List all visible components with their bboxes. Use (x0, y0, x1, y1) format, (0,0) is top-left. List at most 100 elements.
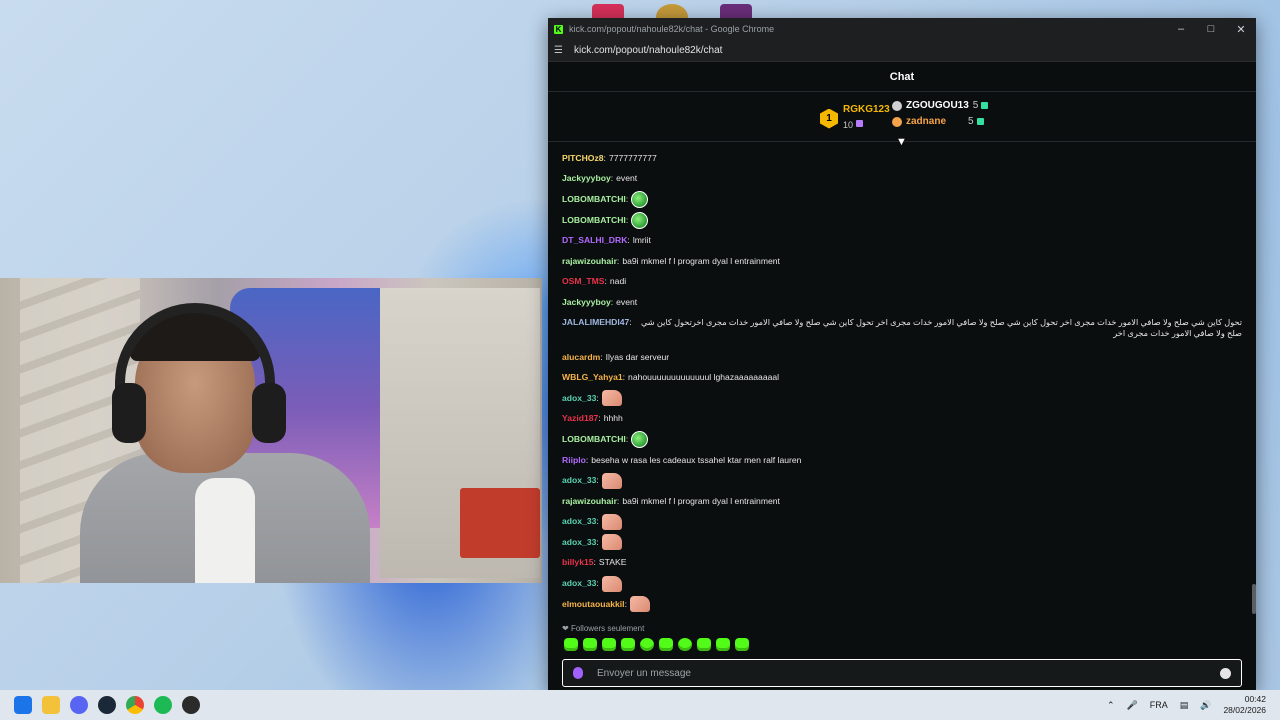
chat-message-input[interactable] (597, 667, 1220, 679)
chat-username[interactable]: adox_33 (562, 475, 596, 486)
emoji-picker-icon[interactable] (1220, 667, 1231, 679)
emote-8-icon[interactable] (697, 638, 711, 651)
chat-message: LOBOMBATCHI: (562, 189, 1242, 210)
gold-medal-icon: 1 (820, 108, 838, 129)
emote-4-icon[interactable] (621, 638, 635, 651)
chat-message-text: ba9i mkmel f l program dyal l entrainmen… (622, 495, 780, 506)
chat-message-text: STAKE (598, 557, 627, 568)
chat-message: Jackyyyboy: event (562, 169, 1242, 190)
chat-message: adox_33: (562, 532, 1242, 553)
emote-10-icon[interactable] (735, 638, 749, 651)
emote-3-icon[interactable] (602, 638, 616, 651)
chat-username[interactable]: elmoutaouakkil (562, 599, 625, 610)
chrome-icon[interactable] (126, 696, 144, 714)
microphone-icon[interactable] (573, 667, 583, 679)
minimize-button[interactable]: – (1166, 23, 1196, 36)
emote-2-icon[interactable] (583, 638, 597, 651)
chat-username[interactable]: rajawizouhair (562, 496, 617, 507)
username-separator: : (604, 276, 607, 287)
site-settings-icon[interactable]: ☰ (554, 45, 566, 56)
leaderboard-first[interactable]: 1 RGKG123 10 (820, 104, 890, 133)
chat-username[interactable]: Jackyyyboy (562, 173, 611, 184)
chat-username[interactable]: WBLG_Yahya1 (562, 372, 623, 383)
bronze-medal-icon (892, 116, 902, 127)
chat-username[interactable]: alucardm (562, 352, 600, 363)
url-text[interactable]: kick.com/popout/nahoule82k/chat (574, 45, 722, 56)
leaderboard-second[interactable]: ZGOUGOU13 5 (892, 100, 989, 111)
maximize-button[interactable]: □ (1196, 23, 1226, 36)
hand-emote-icon (601, 472, 622, 489)
chat-username[interactable]: LOBOMBATCHI (562, 215, 626, 226)
address-bar[interactable]: ☰ kick.com/popout/nahoule82k/chat (548, 40, 1256, 62)
chat-message-text: beseha w rasa les cadeaux tssahel ktar m… (591, 454, 802, 465)
webcam-streamer (80, 303, 370, 583)
chat-username[interactable]: adox_33 (562, 516, 596, 527)
chat-username[interactable]: rajawizouhair (562, 256, 617, 267)
hand-emote-icon (601, 513, 622, 530)
chat-message-text: nadi (609, 276, 627, 287)
chat-input-box[interactable] (562, 659, 1242, 687)
hand-emote-icon (601, 534, 622, 551)
leaderboard-third[interactable]: zadnane 5 (892, 116, 984, 127)
mic-tray-icon[interactable]: 🎤 (1127, 700, 1138, 711)
chat-username[interactable]: LOBOMBATCHI (562, 194, 626, 205)
lobo-emote-icon (631, 430, 649, 448)
chat-username[interactable]: adox_33 (562, 393, 596, 404)
chat-username[interactable]: Yazid187 (562, 413, 598, 424)
chat-message: elmoutaouakkil: (562, 594, 1242, 612)
username-separator: : (598, 413, 601, 424)
username-separator: : (625, 214, 629, 225)
steam-icon[interactable] (98, 696, 116, 714)
chat-username[interactable]: OSM_TMS (562, 276, 605, 287)
language-indicator[interactable]: FRA (1150, 700, 1168, 710)
chat-message: Yazid187: hhhh (562, 409, 1242, 430)
leaderboard-second-name: ZGOUGOU13 (906, 100, 969, 111)
gift-leaderboard: 1 RGKG123 10 ZGOUGOU13 5 zadnane 5 ▼ (548, 92, 1256, 148)
discord-icon[interactable] (70, 696, 88, 714)
chat-message-text: Ilyas dar serveur (605, 351, 670, 362)
chat-username[interactable]: adox_33 (562, 578, 596, 589)
windows-taskbar: ⌃ 🎤 FRA ▤ 🔊 00:42 28/02/2026 (0, 690, 1280, 720)
expand-leaderboard-icon[interactable]: ▼ (896, 136, 907, 148)
chat-username[interactable]: adox_33 (562, 537, 596, 548)
headset-ear-right (252, 383, 286, 443)
chat-message: adox_33: (562, 512, 1242, 533)
app-icon[interactable] (182, 696, 200, 714)
username-separator: : (596, 392, 599, 403)
username-separator: : (593, 557, 596, 568)
username-separator: : (603, 152, 606, 163)
chat-username[interactable]: PITCHOz8 (562, 153, 604, 164)
chat-username[interactable]: LOBOMBATCHI (562, 434, 626, 445)
tray-chevron-icon[interactable]: ⌃ (1107, 700, 1115, 711)
network-icon[interactable]: ▤ (1180, 700, 1189, 711)
webcam-red-box (460, 488, 540, 558)
window-titlebar[interactable]: K kick.com/popout/nahoule82k/chat - Goog… (548, 18, 1256, 40)
windows-start-icon[interactable] (14, 696, 32, 714)
chat-message: LOBOMBATCHI: (562, 429, 1242, 450)
chat-username[interactable]: JALALIMEHDI47 (562, 317, 629, 328)
emote-6-icon[interactable] (659, 638, 673, 651)
username-separator: : (627, 235, 630, 246)
emote-5-icon[interactable] (640, 638, 654, 651)
chat-scrollbar[interactable] (1252, 584, 1256, 614)
emote-1-icon[interactable] (564, 638, 578, 651)
system-clock[interactable]: 00:42 28/02/2026 (1223, 694, 1266, 716)
leaderboard-second-count: 5 (972, 100, 979, 111)
volume-icon[interactable]: 🔊 (1200, 700, 1211, 711)
chat-username[interactable]: Riiplo (562, 455, 586, 466)
username-separator: : (596, 516, 599, 527)
chat-message-text: 7777777777 (608, 152, 657, 163)
leaderboard-first-name: RGKG123 (843, 104, 890, 115)
chat-message: LOBOMBATCHI: (562, 210, 1242, 231)
file-explorer-icon[interactable] (42, 696, 60, 714)
clock-time: 00:42 (1244, 694, 1266, 704)
headset-ear-left (112, 383, 146, 443)
close-button[interactable]: ✕ (1226, 23, 1256, 36)
spotify-icon[interactable] (154, 696, 172, 714)
chat-username[interactable]: DT_SALHI_DRK (562, 235, 627, 246)
chat-username[interactable]: billyk15 (562, 557, 594, 568)
hand-emote-icon (601, 575, 622, 592)
chat-username[interactable]: Jackyyyboy (562, 297, 611, 308)
emote-7-icon[interactable] (678, 638, 692, 651)
emote-9-icon[interactable] (716, 638, 730, 651)
